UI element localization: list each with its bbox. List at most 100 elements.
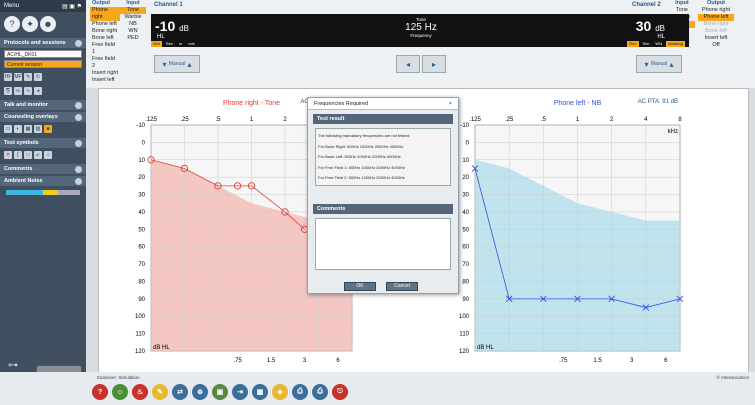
output-bone-right[interactable]: Bone right — [90, 28, 120, 35]
output-bone-left[interactable]: Bone left — [90, 35, 120, 42]
no-response-icon[interactable]: ↙ — [34, 151, 42, 159]
channel1-level-value: -10 — [155, 18, 176, 34]
report-icon[interactable]: ⊗ — [192, 384, 208, 400]
ear-icon[interactable]: ◐ — [14, 125, 22, 133]
sync-icon[interactable]: ↻ — [34, 73, 42, 81]
image-icon[interactable]: ▧ — [34, 125, 42, 133]
monitor-icon[interactable]: ▭ — [4, 125, 12, 133]
circle-symbol-icon[interactable]: ○ — [44, 151, 52, 159]
channel1-level[interactable]: -10 dB — [155, 18, 189, 34]
left-db-tick: 110 — [459, 332, 469, 338]
guide-icon[interactable]: ☻ — [40, 16, 56, 32]
frequency-display: Tone 125 Hz Frequency — [351, 17, 491, 38]
frequency-up-button[interactable]: ▸ — [422, 55, 446, 73]
mod2-masking[interactable]: Masking — [666, 41, 685, 47]
noise-section[interactable]: Ambient Noise — [0, 176, 86, 186]
link-icon[interactable]: ∞ — [14, 87, 22, 95]
input-tone[interactable]: Tone — [120, 7, 146, 14]
bracket-symbol-icon[interactable]: [ — [14, 151, 22, 159]
user-icon[interactable]: ☻ — [272, 384, 288, 400]
result-line: For Bone Left: 500Hz 1000Hz 2000Hz 4000H… — [318, 154, 401, 159]
cross-symbol-icon[interactable]: ✕ — [4, 151, 12, 159]
left-db-tick: 20 — [462, 175, 469, 181]
split-icon[interactable]: ⎘ — [4, 87, 12, 95]
input-nb[interactable]: NB — [120, 21, 146, 28]
mod-m[interactable]: m — [177, 41, 184, 47]
output-phone-right[interactable]: Phone right — [90, 7, 120, 21]
comments-textarea[interactable] — [315, 218, 451, 270]
print-icon[interactable]: ⎙ — [292, 384, 308, 400]
output-free-field-1[interactable]: Free field 1 — [90, 42, 120, 56]
help-icon[interactable]: ? — [4, 16, 20, 32]
save-icon[interactable]: ▣ — [212, 384, 228, 400]
mod-sim[interactable]: Sim — [151, 41, 162, 47]
frequency-down-button[interactable]: ◂ — [396, 55, 420, 73]
right-db-tick: 100 — [135, 314, 146, 320]
input2-tone[interactable]: Tone — [669, 7, 695, 14]
mf-icon[interactable]: MF — [14, 73, 22, 81]
left-db-tick: 100 — [459, 314, 470, 320]
pencil-icon[interactable]: ✎ — [152, 384, 168, 400]
output-insert-left[interactable]: Insert left — [90, 77, 120, 84]
symbols-section[interactable]: Test symbols — [0, 138, 86, 148]
chevron-up-icon: ▴ — [669, 59, 674, 69]
protocols-section[interactable]: Protocols and sessions — [0, 38, 86, 48]
print-all-icon[interactable]: ⎙ — [312, 384, 328, 400]
output2-off[interactable]: Off — [698, 42, 734, 49]
counseling-section[interactable]: Counseling overlays — [0, 112, 86, 122]
cancel-button[interactable]: Cancel — [386, 282, 418, 291]
new-session-icon[interactable]: ☺ — [112, 384, 128, 400]
overlay-icon[interactable]: ▦ — [24, 125, 32, 133]
output2-bone-right[interactable]: Bone right — [698, 21, 734, 28]
collapse-icon[interactable] — [75, 140, 82, 147]
session-select[interactable]: Current session — [4, 60, 82, 68]
talk-section[interactable]: Talk and monitor — [0, 100, 86, 110]
collapse-icon[interactable] — [75, 114, 82, 121]
stimulus-right-button[interactable]: ▾ Manual ▴ — [636, 55, 682, 73]
chart-icon[interactable]: ▦ — [252, 384, 268, 400]
mod2-rev[interactable]: Rev — [627, 41, 639, 47]
curve-icon[interactable]: ∿ — [24, 87, 32, 95]
mod-rev[interactable]: Rev — [164, 41, 175, 47]
export-icon[interactable]: ⇥ — [232, 384, 248, 400]
noise-level-warn — [43, 190, 58, 195]
highlight-icon[interactable]: ■ — [44, 125, 52, 133]
help-icon[interactable]: ? — [92, 384, 108, 400]
print-icon[interactable]: ▤ ▣ ⚑ — [62, 3, 82, 10]
ok-button[interactable]: OK — [344, 282, 376, 291]
output-phone-left[interactable]: Phone left — [90, 21, 120, 28]
menu-label[interactable]: Menu — [4, 3, 19, 9]
output-free-field-2[interactable]: Free field 2 — [90, 56, 120, 70]
edit-icon[interactable]: ✎ — [24, 73, 32, 81]
channel2-level[interactable]: 30 dB — [636, 18, 665, 34]
comments-title: Comments — [4, 166, 33, 172]
collapse-icon[interactable] — [75, 178, 82, 185]
input-warble[interactable]: Warble — [120, 14, 146, 21]
collapse-icon[interactable] — [75, 166, 82, 173]
speaker-icon[interactable]: ◂ — [34, 87, 42, 95]
wizard-icon[interactable]: ✦ — [22, 16, 38, 32]
output2-insert-left[interactable]: Insert left — [698, 35, 734, 42]
input-wn[interactable]: WN — [120, 28, 146, 35]
protocol-select[interactable]: AC/HL_DK01 — [4, 50, 82, 58]
output2-phone-right[interactable]: Phone right — [698, 7, 734, 14]
hearing-aid-icon[interactable]: ♨ — [132, 384, 148, 400]
input-ped[interactable]: PED — [120, 35, 146, 42]
mod-ms[interactable]: m/s — [186, 41, 196, 47]
exit-icon[interactable]: ⎋ — [332, 384, 348, 400]
collapse-icon[interactable] — [75, 40, 82, 47]
comments-section[interactable]: Comments — [0, 164, 86, 174]
compare-icon[interactable]: ⇄ — [172, 384, 188, 400]
output-insert-right[interactable]: Insert right — [90, 70, 120, 77]
output2-phone-left[interactable]: Phone left — [698, 14, 734, 21]
collapse-icon[interactable] — [75, 102, 82, 109]
mod2-wn[interactable]: WN — [653, 41, 664, 47]
hf-icon[interactable]: HF — [4, 73, 12, 81]
output2-bone-left[interactable]: Bone left — [698, 28, 734, 35]
stimulus-left-button[interactable]: ▾ Manual ▴ — [154, 55, 200, 73]
close-icon[interactable]: × — [449, 101, 452, 107]
mod2-sim[interactable]: Sim — [641, 41, 652, 47]
right-output-list: Output Phone right Phone left Bone right… — [698, 0, 734, 49]
square-symbol-icon[interactable]: □ — [24, 151, 32, 159]
menu-bar[interactable]: Menu ▤ ▣ ⚑ — [0, 0, 86, 12]
